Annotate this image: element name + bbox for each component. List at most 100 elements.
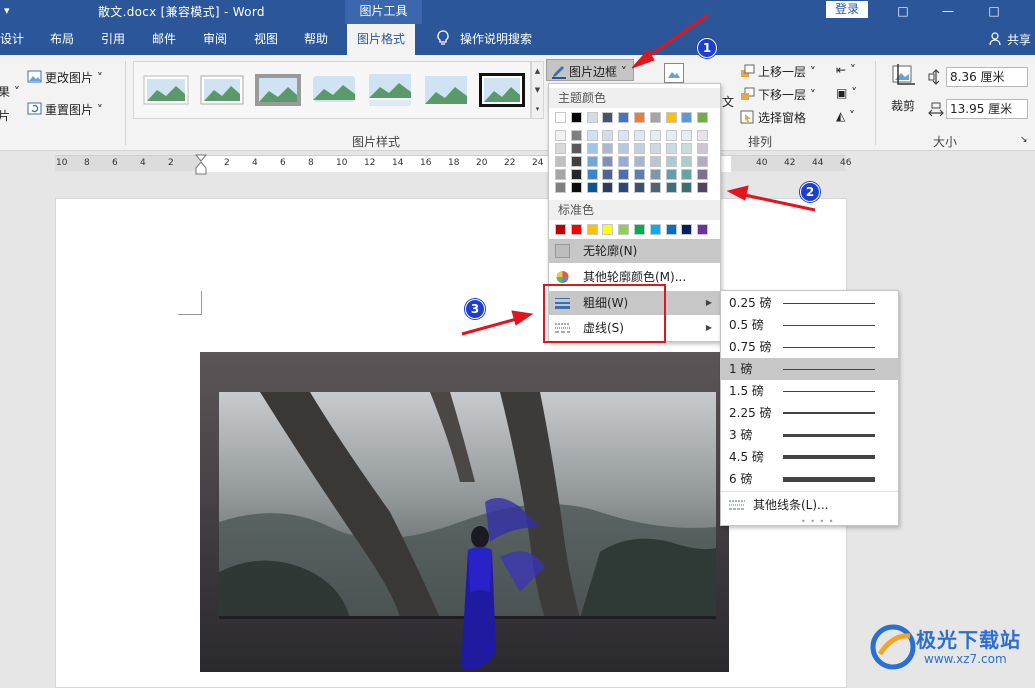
theme-color-shade-swatch[interactable]	[618, 130, 630, 141]
tell-me-search[interactable]: 操作说明搜索	[460, 24, 532, 55]
theme-color-shade-swatch[interactable]	[555, 169, 566, 180]
theme-color-shade-swatch[interactable]	[586, 156, 598, 167]
minimize-button[interactable]: —	[938, 2, 958, 20]
theme-color-shade-swatch[interactable]	[665, 130, 677, 141]
theme-color-shade-swatch[interactable]	[649, 169, 661, 180]
standard-color-swatch[interactable]	[555, 224, 566, 235]
group-button[interactable]: ▣ ˅	[836, 86, 857, 100]
theme-color-shade-swatch[interactable]	[602, 182, 614, 193]
ribbon-partial-left-1[interactable]: 果 ˅	[0, 83, 20, 100]
theme-color-shade-swatch[interactable]	[586, 130, 598, 141]
standard-color-swatch[interactable]	[618, 224, 630, 235]
picture-style-thumb[interactable]	[478, 70, 526, 110]
standard-color-swatch[interactable]	[586, 224, 598, 235]
theme-color-shade-swatch[interactable]	[618, 169, 630, 180]
theme-color-shade-swatch[interactable]	[681, 130, 693, 141]
theme-color-shade-swatch[interactable]	[649, 156, 661, 167]
theme-color-swatch[interactable]	[555, 112, 566, 123]
theme-color-shade-swatch[interactable]	[681, 143, 693, 154]
theme-color-shade-swatch[interactable]	[555, 130, 566, 141]
theme-color-shade-swatch[interactable]	[697, 182, 709, 193]
weight-option[interactable]: 2.25 磅	[721, 402, 898, 424]
theme-color-shade-swatch[interactable]	[634, 143, 645, 154]
picture-style-thumb[interactable]	[198, 70, 246, 110]
theme-color-shade-swatch[interactable]	[681, 169, 693, 180]
picture-style-thumb[interactable]	[142, 70, 190, 110]
no-outline-item[interactable]: 无轮廓(N)	[549, 239, 720, 263]
wrap-text-partial[interactable]: 文	[722, 93, 734, 110]
picture-styles-gallery[interactable]	[133, 61, 531, 119]
document-picture[interactable]	[200, 352, 729, 672]
picture-effects-icon[interactable]	[664, 63, 684, 83]
standard-color-swatch[interactable]	[681, 224, 693, 235]
theme-color-swatch[interactable]	[618, 112, 630, 123]
theme-color-shade-swatch[interactable]	[649, 143, 661, 154]
standard-color-swatch[interactable]	[649, 224, 661, 235]
theme-color-swatch[interactable]	[602, 112, 614, 123]
gallery-scroll[interactable]: ▲ ▼ ▾	[531, 61, 544, 119]
tab-references[interactable]: 引用	[101, 24, 125, 55]
theme-color-shade-swatch[interactable]	[570, 182, 582, 193]
more-lines-item[interactable]: 其他线条(L)...	[721, 494, 898, 516]
theme-color-swatch[interactable]	[665, 112, 677, 123]
weight-option[interactable]: 6 磅	[721, 468, 898, 490]
theme-color-shade-swatch[interactable]	[634, 182, 645, 193]
weight-option[interactable]: 0.75 磅	[721, 336, 898, 358]
theme-color-shade-swatch[interactable]	[570, 156, 582, 167]
login-button[interactable]: 登录	[826, 1, 868, 18]
align-button[interactable]: ⇤ ˅	[836, 63, 856, 77]
theme-color-shade-swatch[interactable]	[555, 156, 566, 167]
theme-color-shade-swatch[interactable]	[697, 156, 709, 167]
theme-color-shade-swatch[interactable]	[697, 143, 709, 154]
theme-color-shade-swatch[interactable]	[570, 130, 582, 141]
rotate-button[interactable]: ◭ ˅	[836, 109, 855, 123]
theme-color-shade-swatch[interactable]	[649, 130, 661, 141]
theme-color-shade-swatch[interactable]	[618, 182, 630, 193]
send-backward-button[interactable]: 下移一层 ˅	[740, 86, 816, 103]
maximize-button[interactable]: □	[984, 2, 1004, 20]
theme-color-shade-swatch[interactable]	[586, 169, 598, 180]
theme-color-shade-swatch[interactable]	[649, 182, 661, 193]
theme-color-shade-swatch[interactable]	[665, 143, 677, 154]
theme-color-swatch[interactable]	[681, 112, 693, 123]
picture-style-thumb[interactable]	[310, 70, 358, 110]
height-input[interactable]: 8.36 厘米	[946, 67, 1028, 87]
standard-color-swatch[interactable]	[634, 224, 645, 235]
theme-color-shade-swatch[interactable]	[665, 156, 677, 167]
tab-view[interactable]: 视图	[254, 24, 278, 55]
ribbon-display-options-button[interactable]: □	[893, 2, 913, 20]
tab-picture-format[interactable]: 图片格式	[347, 24, 416, 55]
theme-color-shade-swatch[interactable]	[570, 143, 582, 154]
tab-layout[interactable]: 布局	[50, 24, 74, 55]
theme-color-shade-swatch[interactable]	[681, 156, 693, 167]
weight-option[interactable]: 0.5 磅	[721, 314, 898, 336]
tab-review[interactable]: 审阅	[203, 24, 227, 55]
weight-option[interactable]: 4.5 磅	[721, 446, 898, 468]
theme-color-shade-swatch[interactable]	[586, 182, 598, 193]
weight-option[interactable]: 0.25 磅	[721, 292, 898, 314]
standard-color-swatch[interactable]	[570, 224, 582, 235]
width-input[interactable]: 13.95 厘米	[946, 99, 1028, 119]
theme-color-shade-swatch[interactable]	[618, 143, 630, 154]
theme-color-swatch[interactable]	[634, 112, 645, 123]
theme-color-swatch[interactable]	[570, 112, 582, 123]
theme-color-swatch[interactable]	[697, 112, 709, 123]
theme-color-shade-swatch[interactable]	[555, 143, 566, 154]
theme-color-shade-swatch[interactable]	[665, 169, 677, 180]
picture-style-thumb[interactable]	[422, 70, 470, 110]
change-picture-button[interactable]: 更改图片 ˅	[27, 69, 103, 86]
size-dialog-launcher[interactable]: ↘	[1020, 135, 1028, 145]
theme-color-shade-swatch[interactable]	[634, 156, 645, 167]
quick-access-dropdown[interactable]: ▾	[4, 4, 10, 17]
indent-marker-icon[interactable]	[195, 154, 207, 176]
theme-color-shade-swatch[interactable]	[681, 182, 693, 193]
crop-button[interactable]: 裁剪	[884, 61, 922, 119]
theme-color-shade-swatch[interactable]	[665, 182, 677, 193]
theme-color-shade-swatch[interactable]	[602, 130, 614, 141]
horizontal-ruler[interactable]: 10 8 6 4 2 2 4 6 8 10 12 14 16 18 20 22 24 40 42 44 46	[55, 154, 851, 175]
theme-color-shade-swatch[interactable]	[602, 169, 614, 180]
share-button[interactable]: 共享	[989, 31, 1031, 48]
theme-color-shade-swatch[interactable]	[586, 143, 598, 154]
resize-grip[interactable]: • • • •	[801, 517, 835, 526]
tab-mailings[interactable]: 邮件	[152, 24, 176, 55]
